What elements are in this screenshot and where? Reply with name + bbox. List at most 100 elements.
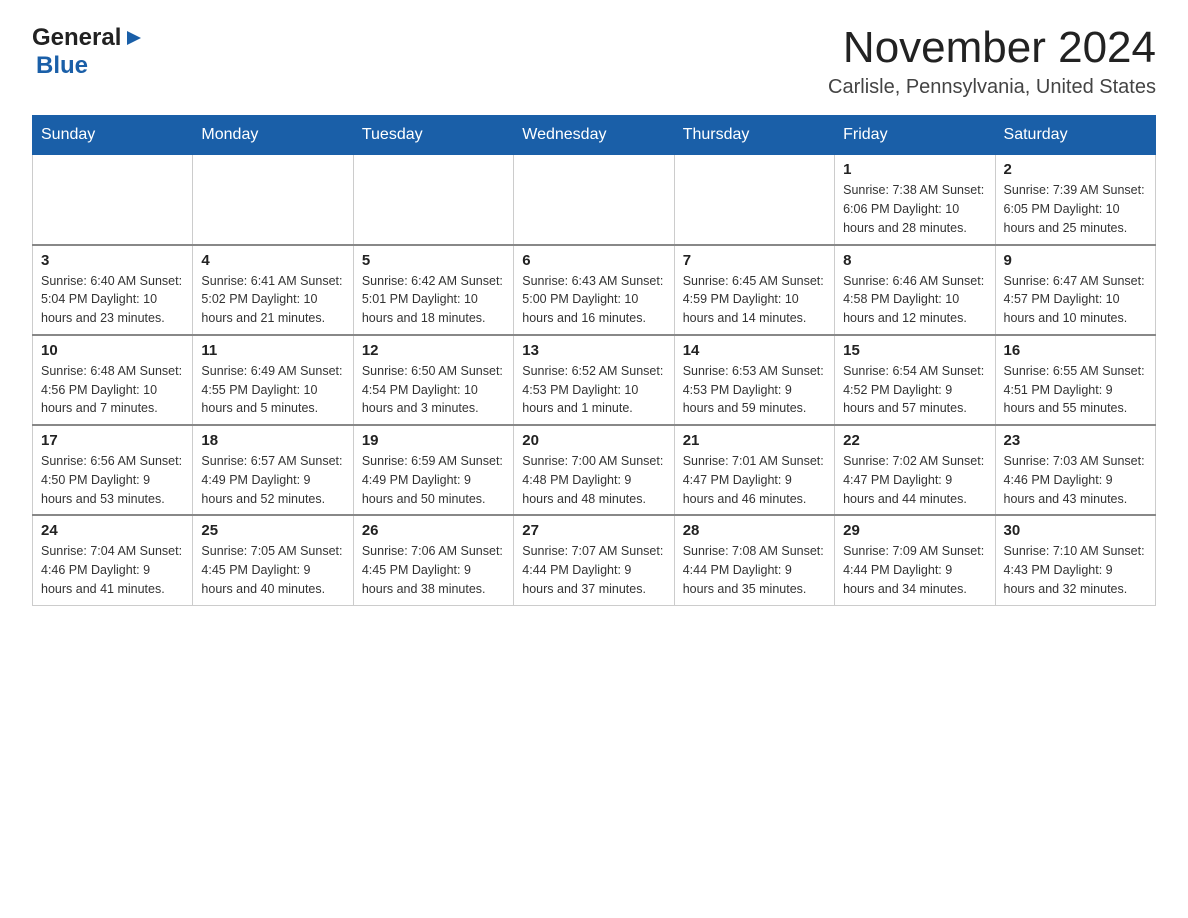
day-info: Sunrise: 7:08 AM Sunset: 4:44 PM Dayligh… [683,542,826,598]
calendar-cell: 11 Sunrise: 6:49 AM Sunset: 4:55 PM Dayli… [193,335,353,425]
calendar-cell: 16 Sunrise: 6:55 AM Sunset: 4:51 PM Dayli… [995,335,1155,425]
day-info: Sunrise: 6:59 AM Sunset: 4:49 PM Dayligh… [362,452,505,508]
calendar-cell: 13 Sunrise: 6:52 AM Sunset: 4:53 PM Dayli… [514,335,674,425]
month-title: November 2024 [828,24,1156,72]
day-info: Sunrise: 6:45 AM Sunset: 4:59 PM Dayligh… [683,272,826,328]
calendar-cell: 6Sunrise: 6:43 AM Sunset: 5:00 PM Daylig… [514,245,674,335]
calendar-header-wednesday: Wednesday [514,116,674,155]
day-info: Sunrise: 6:57 AM Sunset: 4:49 PM Dayligh… [201,452,344,508]
day-number: 25 [201,522,344,539]
calendar-cell: 26 Sunrise: 7:06 AM Sunset: 4:45 PM Dayli… [353,515,513,605]
day-number: 22 [843,432,986,449]
day-info: Sunrise: 6:46 AM Sunset: 4:58 PM Dayligh… [843,272,986,328]
day-number: 17 [41,432,184,449]
day-info: Sunrise: 6:53 AM Sunset: 4:53 PM Dayligh… [683,362,826,418]
day-number: 24 [41,522,184,539]
day-info: Sunrise: 7:38 AM Sunset: 6:06 PM Dayligh… [843,181,986,237]
calendar-cell: 27Sunrise: 7:07 AM Sunset: 4:44 PM Dayli… [514,515,674,605]
day-number: 5 [362,252,505,269]
day-number: 7 [683,252,826,269]
day-number: 18 [201,432,344,449]
calendar-header-thursday: Thursday [674,116,834,155]
day-info: Sunrise: 7:00 AM Sunset: 4:48 PM Dayligh… [522,452,665,508]
calendar-header-saturday: Saturday [995,116,1155,155]
calendar-cell [674,155,834,245]
calendar-header-row: SundayMondayTuesdayWednesdayThursdayFrid… [33,116,1156,155]
calendar-cell: 22 Sunrise: 7:02 AM Sunset: 4:47 PM Dayli… [835,425,995,515]
calendar-cell: 1Sunrise: 7:38 AM Sunset: 6:06 PM Daylig… [835,155,995,245]
calendar-header-sunday: Sunday [33,116,193,155]
calendar-week-row: 10 Sunrise: 6:48 AM Sunset: 4:56 PM Dayli… [33,335,1156,425]
page-header: General Blue November 2024 Carlisle, Pen… [32,24,1156,99]
day-info: Sunrise: 6:41 AM Sunset: 5:02 PM Dayligh… [201,272,344,328]
day-info: Sunrise: 6:56 AM Sunset: 4:50 PM Dayligh… [41,452,184,508]
day-info: Sunrise: 7:03 AM Sunset: 4:46 PM Dayligh… [1004,452,1147,508]
calendar-cell: 17 Sunrise: 6:56 AM Sunset: 4:50 PM Dayli… [33,425,193,515]
day-number: 13 [522,342,665,359]
day-number: 12 [362,342,505,359]
calendar-cell: 29 Sunrise: 7:09 AM Sunset: 4:44 PM Dayli… [835,515,995,605]
day-number: 20 [522,432,665,449]
calendar-week-row: 17 Sunrise: 6:56 AM Sunset: 4:50 PM Dayli… [33,425,1156,515]
day-info: Sunrise: 7:09 AM Sunset: 4:44 PM Dayligh… [843,542,986,598]
day-number: 14 [683,342,826,359]
calendar-header-monday: Monday [193,116,353,155]
calendar-cell: 7 Sunrise: 6:45 AM Sunset: 4:59 PM Daylig… [674,245,834,335]
day-info: Sunrise: 6:42 AM Sunset: 5:01 PM Dayligh… [362,272,505,328]
calendar-cell: 25Sunrise: 7:05 AM Sunset: 4:45 PM Dayli… [193,515,353,605]
calendar-cell [33,155,193,245]
day-info: Sunrise: 6:47 AM Sunset: 4:57 PM Dayligh… [1004,272,1147,328]
day-number: 19 [362,432,505,449]
day-info: Sunrise: 7:10 AM Sunset: 4:43 PM Dayligh… [1004,542,1147,598]
calendar-cell: 30 Sunrise: 7:10 AM Sunset: 4:43 PM Dayli… [995,515,1155,605]
day-info: Sunrise: 6:54 AM Sunset: 4:52 PM Dayligh… [843,362,986,418]
location-subtitle: Carlisle, Pennsylvania, United States [828,76,1156,99]
day-number: 8 [843,252,986,269]
calendar-cell: 12Sunrise: 6:50 AM Sunset: 4:54 PM Dayli… [353,335,513,425]
day-info: Sunrise: 7:02 AM Sunset: 4:47 PM Dayligh… [843,452,986,508]
calendar-cell [514,155,674,245]
day-number: 11 [201,342,344,359]
day-number: 10 [41,342,184,359]
calendar-week-row: 3Sunrise: 6:40 AM Sunset: 5:04 PM Daylig… [33,245,1156,335]
logo-general-text: General [32,24,121,52]
calendar-cell: 28Sunrise: 7:08 AM Sunset: 4:44 PM Dayli… [674,515,834,605]
day-info: Sunrise: 7:06 AM Sunset: 4:45 PM Dayligh… [362,542,505,598]
calendar-week-row: 24 Sunrise: 7:04 AM Sunset: 4:46 PM Dayli… [33,515,1156,605]
day-info: Sunrise: 7:04 AM Sunset: 4:46 PM Dayligh… [41,542,184,598]
day-number: 29 [843,522,986,539]
calendar-cell [353,155,513,245]
day-info: Sunrise: 6:52 AM Sunset: 4:53 PM Dayligh… [522,362,665,418]
day-number: 2 [1004,161,1147,178]
day-number: 27 [522,522,665,539]
calendar-cell: 24 Sunrise: 7:04 AM Sunset: 4:46 PM Dayli… [33,515,193,605]
day-info: Sunrise: 6:49 AM Sunset: 4:55 PM Dayligh… [201,362,344,418]
calendar-cell: 3Sunrise: 6:40 AM Sunset: 5:04 PM Daylig… [33,245,193,335]
day-number: 15 [843,342,986,359]
calendar-cell: 2Sunrise: 7:39 AM Sunset: 6:05 PM Daylig… [995,155,1155,245]
calendar-cell: 14 Sunrise: 6:53 AM Sunset: 4:53 PM Dayli… [674,335,834,425]
day-number: 16 [1004,342,1147,359]
calendar-week-row: 1Sunrise: 7:38 AM Sunset: 6:06 PM Daylig… [33,155,1156,245]
calendar-cell [193,155,353,245]
day-info: Sunrise: 7:01 AM Sunset: 4:47 PM Dayligh… [683,452,826,508]
day-number: 26 [362,522,505,539]
calendar-cell: 9 Sunrise: 6:47 AM Sunset: 4:57 PM Daylig… [995,245,1155,335]
logo: General Blue [32,24,145,80]
day-number: 21 [683,432,826,449]
calendar-cell: 18 Sunrise: 6:57 AM Sunset: 4:49 PM Dayli… [193,425,353,515]
day-number: 4 [201,252,344,269]
day-info: Sunrise: 6:55 AM Sunset: 4:51 PM Dayligh… [1004,362,1147,418]
logo-blue-text: Blue [36,52,88,79]
day-info: Sunrise: 6:40 AM Sunset: 5:04 PM Dayligh… [41,272,184,328]
day-number: 6 [522,252,665,269]
title-area: November 2024 Carlisle, Pennsylvania, Un… [828,24,1156,99]
calendar-header-tuesday: Tuesday [353,116,513,155]
day-number: 30 [1004,522,1147,539]
day-number: 9 [1004,252,1147,269]
calendar-cell: 21 Sunrise: 7:01 AM Sunset: 4:47 PM Dayli… [674,425,834,515]
logo-triangle-icon [123,27,145,49]
calendar-table: SundayMondayTuesdayWednesdayThursdayFrid… [32,115,1156,605]
day-info: Sunrise: 6:48 AM Sunset: 4:56 PM Dayligh… [41,362,184,418]
calendar-cell: 4 Sunrise: 6:41 AM Sunset: 5:02 PM Daylig… [193,245,353,335]
